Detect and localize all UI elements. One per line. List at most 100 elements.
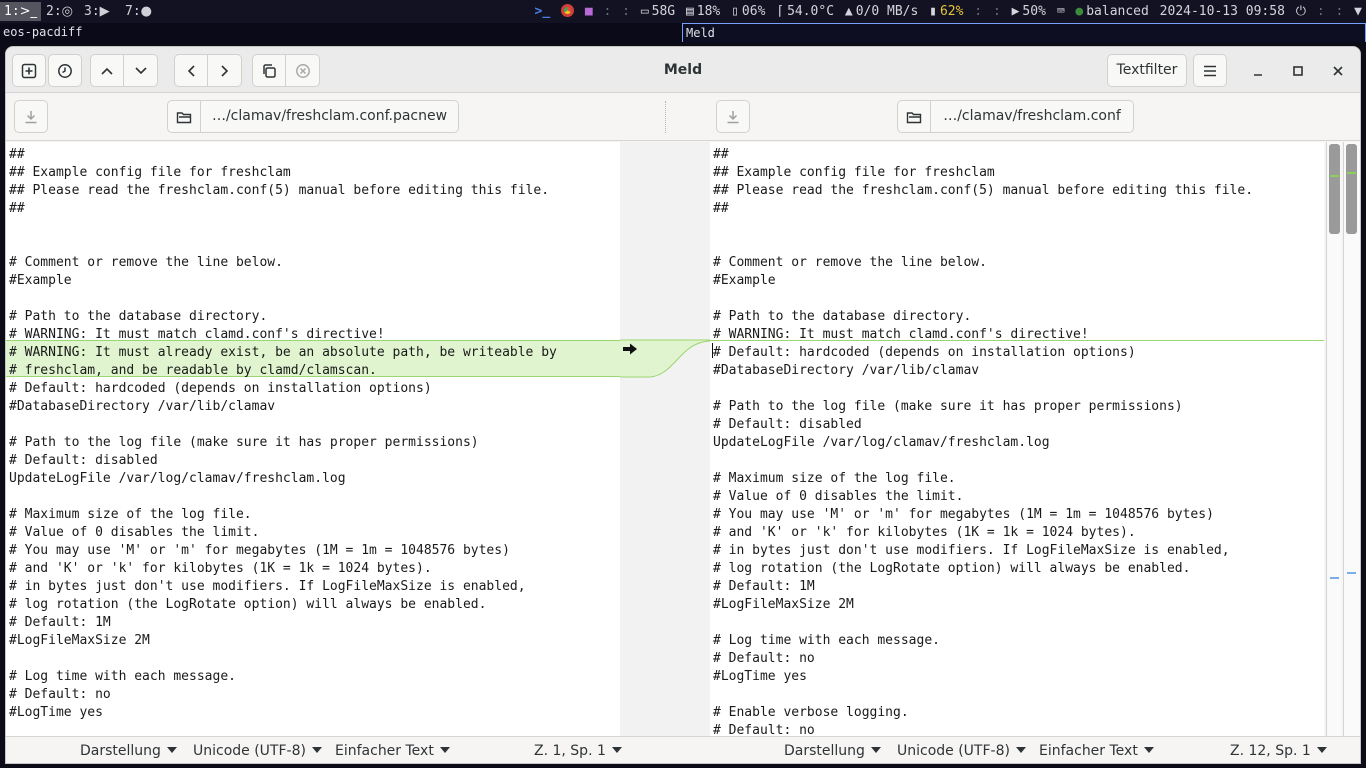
code-line[interactable] (6, 236, 620, 254)
code-line[interactable]: # Default: no (710, 722, 1324, 736)
maximize-button[interactable] (1286, 59, 1310, 83)
code-line[interactable] (6, 416, 620, 434)
code-line[interactable]: ## (710, 146, 1324, 164)
code-line[interactable]: #LogTime yes (6, 704, 620, 722)
change-marker-green[interactable] (1330, 175, 1339, 177)
code-line[interactable]: # Default: no (6, 686, 620, 704)
power-icon[interactable]: ⏻ (1296, 4, 1306, 19)
code-line[interactable] (6, 488, 620, 506)
push-right-button[interactable] (208, 54, 242, 87)
code-line[interactable]: # WARNING: It must match clamd.conf's di… (6, 326, 620, 344)
code-line[interactable] (6, 650, 620, 668)
code-line[interactable]: # Path to the database directory. (6, 308, 620, 326)
right-view-menu[interactable]: Darstellung (784, 737, 881, 763)
code-line[interactable]: ## (710, 200, 1324, 218)
code-line[interactable] (710, 218, 1324, 236)
left-cursor-position[interactable]: Z. 1, Sp. 1 (534, 737, 622, 763)
code-line[interactable]: # Default: disabled (6, 452, 620, 470)
code-line[interactable]: # Path to the database directory. (710, 308, 1324, 326)
code-line[interactable]: # Maximum size of the log file. (6, 506, 620, 524)
open-right-button[interactable] (897, 100, 931, 133)
push-left-button[interactable] (174, 54, 208, 87)
code-line[interactable]: #LogFileMaxSize 2M (710, 596, 1324, 614)
clock[interactable]: 2024-10-13 09:58 (1160, 4, 1285, 19)
code-line[interactable] (710, 614, 1324, 632)
code-line[interactable]: ## (6, 146, 620, 164)
code-line[interactable]: # log rotation (the LogRotate option) wi… (710, 560, 1324, 578)
code-line[interactable]: # Default: 1M (710, 578, 1324, 596)
save-right-button[interactable] (716, 100, 750, 133)
new-comparison-button[interactable] (12, 54, 46, 87)
code-line[interactable]: # log rotation (the LogRotate option) wi… (6, 596, 620, 614)
volume-level[interactable]: 50% (1022, 4, 1045, 19)
code-line[interactable]: # Path to the log file (make sure it has… (6, 434, 620, 452)
code-line[interactable]: # Value of 0 disables the limit. (710, 488, 1324, 506)
code-line[interactable]: ## Please read the freshclam.conf(5) man… (710, 182, 1324, 200)
code-line[interactable]: # Default: hardcoded (depends on install… (6, 380, 620, 398)
code-line[interactable] (710, 452, 1324, 470)
code-line[interactable] (6, 290, 620, 308)
code-line[interactable]: # Value of 0 disables the limit. (6, 524, 620, 542)
power-profile[interactable]: balanced (1086, 4, 1149, 19)
code-line[interactable]: # Default: disabled (710, 416, 1324, 434)
textfilter-button[interactable]: Textfilter (1107, 54, 1187, 87)
tray-terminal-icon[interactable]: >_ (535, 4, 551, 19)
code-line[interactable]: #LogFileMaxSize 2M (6, 632, 620, 650)
code-line[interactable] (710, 380, 1324, 398)
tab-meld[interactable]: Meld (682, 23, 1366, 42)
code-line[interactable]: # You may use 'M' or 'm' for megabytes (… (6, 542, 620, 560)
right-encoding-menu[interactable]: Unicode (UTF-8) (897, 737, 1026, 763)
code-line[interactable]: # WARNING: It must already exist, be an … (6, 344, 620, 362)
left-view-menu[interactable]: Darstellung (80, 737, 177, 763)
previous-change-button[interactable] (90, 54, 124, 87)
next-change-button[interactable] (124, 54, 158, 87)
copy-button[interactable] (252, 54, 286, 87)
main-menu-button[interactable] (1193, 54, 1227, 87)
code-line[interactable]: # Maximum size of the log file. (710, 470, 1324, 488)
tray-chrome-icon[interactable] (561, 4, 575, 17)
right-cursor-position[interactable]: Z. 12, Sp. 1 (1230, 737, 1327, 763)
code-line[interactable] (710, 236, 1324, 254)
code-line[interactable]: # Default: hardcoded (depends on install… (710, 344, 1324, 362)
scroll-thumb[interactable] (1346, 144, 1357, 234)
workspace-2[interactable]: 2:◎ (42, 2, 77, 21)
code-line[interactable]: #Example (6, 272, 620, 290)
code-line[interactable]: # You may use 'M' or 'm' for megabytes (… (710, 506, 1324, 524)
code-line[interactable] (710, 290, 1324, 308)
left-syntax-menu[interactable]: Einfacher Text (335, 737, 450, 763)
code-line[interactable]: ## Example config file for freshclam (6, 164, 620, 182)
workspace-1[interactable]: 1:>_ (0, 2, 42, 21)
code-line[interactable]: # freshclam, and be readable by clamd/cl… (6, 362, 620, 380)
save-left-button[interactable] (14, 100, 48, 133)
code-line[interactable]: # Default: no (710, 650, 1324, 668)
code-line[interactable]: ## Example config file for freshclam (710, 164, 1324, 182)
code-line[interactable]: # WARNING: It must match clamd.conf's di… (710, 326, 1324, 344)
push-chunk-right-arrow-icon[interactable] (621, 341, 639, 357)
code-line[interactable]: # and 'K' or 'k' for kilobytes (1K = 1k … (6, 560, 620, 578)
code-line[interactable]: #DatabaseDirectory /var/lib/clamav (710, 362, 1324, 380)
code-line[interactable]: UpdateLogFile /var/log/clamav/freshclam.… (710, 434, 1324, 452)
stop-button[interactable] (286, 54, 320, 87)
left-text-editor[interactable]: ## ## Example config file for freshclam ##… (6, 142, 620, 736)
code-line[interactable]: # Comment or remove the line below. (6, 254, 620, 272)
code-line[interactable]: #Example (710, 272, 1324, 290)
change-marker-green[interactable] (1347, 172, 1356, 174)
code-line[interactable] (710, 686, 1324, 704)
code-line[interactable]: # and 'K' or 'k' for kilobytes (1K = 1k … (710, 524, 1324, 542)
recent-comparisons-button[interactable] (48, 54, 82, 87)
code-line[interactable]: # in bytes just don't use modifiers. If … (6, 578, 620, 596)
code-line[interactable]: #DatabaseDirectory /var/lib/clamav (6, 398, 620, 416)
code-line[interactable]: # Log time with each message. (710, 632, 1324, 650)
code-line[interactable]: # Log time with each message. (6, 668, 620, 686)
left-encoding-menu[interactable]: Unicode (UTF-8) (193, 737, 322, 763)
code-line[interactable]: # Comment or remove the line below. (710, 254, 1324, 272)
code-line[interactable]: ## (6, 200, 620, 218)
open-left-button[interactable] (167, 100, 201, 133)
close-button[interactable] (1326, 59, 1350, 83)
right-file-path[interactable]: …/clamav/freshclam.conf (931, 100, 1134, 133)
right-syntax-menu[interactable]: Einfacher Text (1039, 737, 1154, 763)
change-marker-blue[interactable] (1330, 577, 1339, 579)
code-line[interactable]: # Path to the log file (make sure it has… (710, 398, 1324, 416)
code-line[interactable]: UpdateLogFile /var/log/clamav/freshclam.… (6, 470, 620, 488)
right-scrollbar-map[interactable] (1343, 142, 1360, 736)
